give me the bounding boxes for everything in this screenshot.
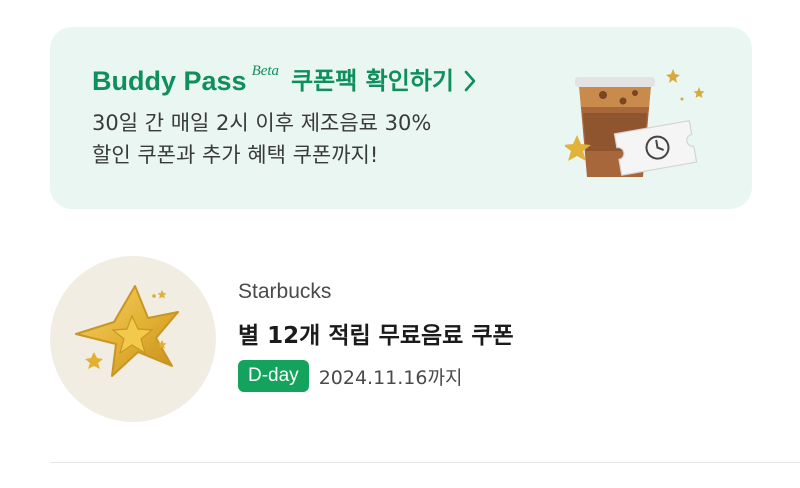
sparkle-icon: [666, 69, 680, 83]
coffee-cup-with-ticket-icon: [565, 69, 705, 177]
buddy-pass-title: Buddy Pass: [92, 66, 247, 96]
coupon-thumbnail: [50, 256, 216, 422]
sparkle-icon: [85, 352, 103, 369]
coupon-title: 별 12개 적립 무료음료 쿠폰: [238, 323, 514, 349]
sparkle-icon: [693, 87, 705, 98]
gold-star-icon: [75, 285, 179, 377]
coupon-item[interactable]: Starbucks 별 12개 적립 무료음료 쿠폰 D-day 2024.11…: [50, 256, 750, 426]
sparkle-icon: [157, 290, 167, 299]
check-coupon-pack-link[interactable]: 쿠폰팩 확인하기: [291, 61, 454, 101]
beta-label: Beta: [251, 63, 280, 79]
banner-description-line: 30일 간 매일 2시 이후 제조음료 30%: [92, 111, 432, 135]
coupon-page: Buddy Pass Beta 쿠폰팩 확인하기 30일 간 매일 2시 이후 …: [0, 0, 800, 488]
buddy-pass-banner[interactable]: Buddy Pass Beta 쿠폰팩 확인하기 30일 간 매일 2시 이후 …: [50, 27, 752, 209]
banner-description-line: 할인 쿠폰과 추가 혜택 쿠폰까지!: [92, 143, 379, 167]
coupon-meta: D-day 2024.11.16까지: [238, 360, 462, 392]
coupon-brand: Starbucks: [238, 280, 332, 303]
list-divider: [50, 462, 800, 463]
chevron-right-icon[interactable]: [462, 61, 478, 101]
d-day-badge: D-day: [238, 360, 309, 392]
banner-description: 30일 간 매일 2시 이후 제조음료 30% 할인 쿠폰과 추가 혜택 쿠폰까…: [92, 107, 431, 171]
banner-title-row[interactable]: Buddy Pass Beta 쿠폰팩 확인하기: [92, 61, 478, 101]
coupon-expiry-date: 2024.11.16까지: [318, 366, 463, 389]
